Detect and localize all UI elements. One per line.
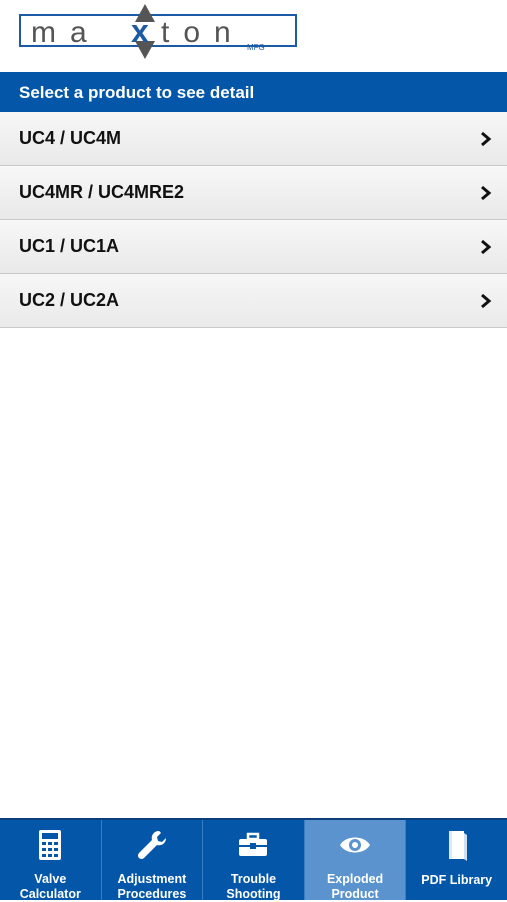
product-label: UC4 / UC4M <box>19 128 122 148</box>
product-row-uc4mr[interactable]: UC4MR / UC4MRE2 <box>0 166 507 220</box>
wrench-icon <box>137 830 166 860</box>
chevron-right-icon <box>481 239 492 255</box>
tab-pdf-library[interactable]: PDF Library <box>405 820 507 900</box>
app-header: ma x ton MFG <box>0 0 507 72</box>
product-label: UC2 / UC2A <box>19 290 120 310</box>
tab-label: Trouble Shooting <box>226 872 281 901</box>
tab-valve-calculator[interactable]: Valve Calculator <box>0 820 101 901</box>
product-row-uc2[interactable]: UC2 / UC2A <box>0 274 507 328</box>
tab-trouble-shooting[interactable]: Trouble Shooting <box>202 820 304 901</box>
tab-adjustment-procedures[interactable]: Adjustment Procedures <box>100 820 203 901</box>
logo-x: x <box>131 13 149 49</box>
product-row-uc4[interactable]: UC4 / UC4M <box>0 112 507 166</box>
section-banner: Select a product to see detail <box>0 72 507 112</box>
chevron-right-icon <box>481 293 492 309</box>
banner-title: Select a product to see detail <box>19 83 255 102</box>
tab-label: PDF Library <box>421 873 493 887</box>
tab-label: Valve Calculator <box>19 872 81 901</box>
calculator-icon <box>39 830 62 860</box>
logo-text-right: ton <box>161 16 245 49</box>
chevron-right-icon <box>481 131 492 147</box>
tab-exploded-product[interactable]: Exploded Product <box>303 820 406 901</box>
logo-text-left: ma <box>31 16 101 49</box>
chevron-right-icon <box>481 185 492 201</box>
product-label: UC1 / UC1A <box>19 236 120 256</box>
product-row-uc1[interactable]: UC1 / UC1A <box>0 220 507 274</box>
toolbox-icon <box>239 832 268 856</box>
tab-label: Adjustment Procedures <box>117 872 187 901</box>
product-list: UC4 / UC4M UC4MR / UC4MRE2 UC1 / UC1A UC… <box>0 112 507 328</box>
book-icon <box>448 831 467 861</box>
tab-label: Exploded Product <box>326 872 384 901</box>
maxton-logo: ma x ton MFG <box>19 4 297 59</box>
tab-bar: Valve Calculator Adjustment Procedures T… <box>0 818 507 901</box>
eye-icon <box>340 837 371 853</box>
logo-sub: MFG <box>247 43 265 52</box>
product-label: UC4MR / UC4MRE2 <box>19 182 185 202</box>
